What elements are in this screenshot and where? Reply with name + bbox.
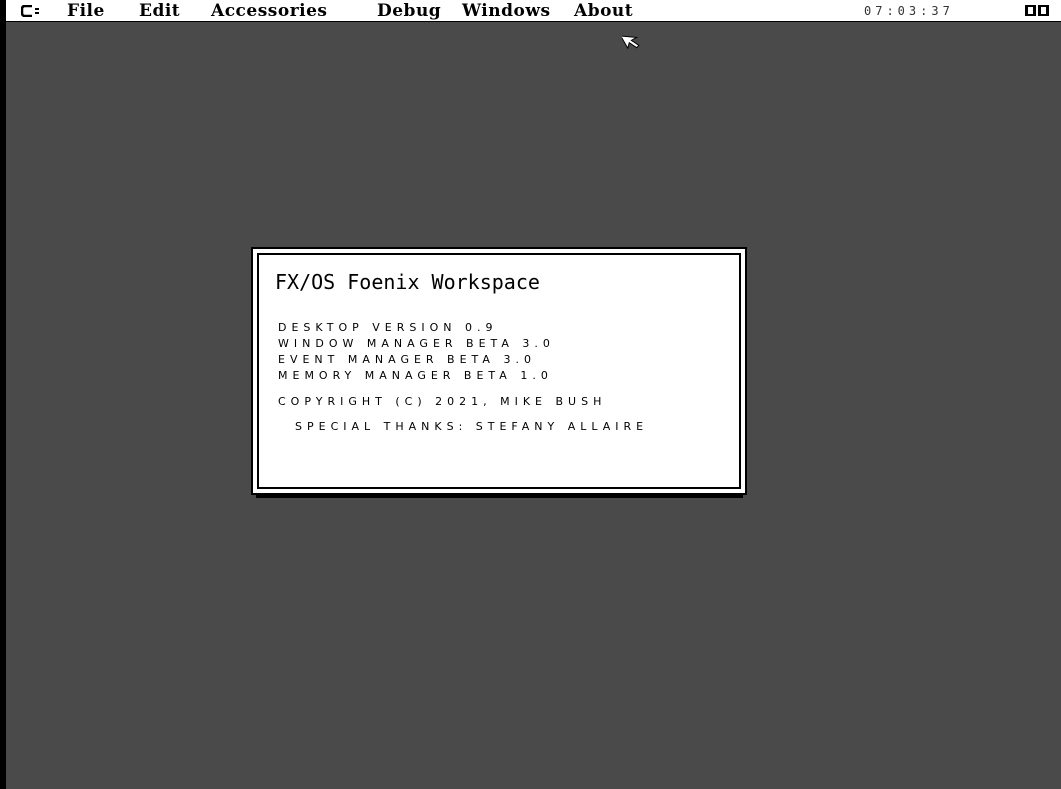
menu-about[interactable]: About	[574, 1, 633, 21]
system-menu-icon[interactable]	[21, 5, 43, 17]
menu-file[interactable]: File	[67, 1, 105, 21]
version-line-desktop: Desktop Version 0.9	[278, 321, 498, 334]
version-line-memory-manager: Memory Manager Beta 1.0	[278, 369, 553, 382]
dialog-title: FX/OS Foenix Workspace	[275, 270, 540, 294]
mouse-pointer-icon	[622, 35, 640, 50]
copyright-line: Copyright (c) 2021, Mike Bush	[278, 395, 607, 408]
version-line-event-manager: Event Manager Beta 3.0	[278, 353, 536, 366]
menu-windows[interactable]: Windows	[462, 1, 551, 21]
menu-accessories[interactable]: Accessories	[211, 1, 328, 21]
clock: 07:03:37	[864, 4, 954, 18]
menu-edit[interactable]: Edit	[139, 1, 180, 21]
thanks-line: Special Thanks: Stefany Allaire	[295, 420, 649, 433]
window-toggle-icon[interactable]	[1024, 4, 1050, 17]
menu-debug[interactable]: Debug	[377, 1, 441, 21]
screen: File Edit Accessories Debug Windows Abou…	[0, 0, 1061, 789]
menu-bar: File Edit Accessories Debug Windows Abou…	[6, 0, 1061, 22]
version-line-window-manager: Window Manager Beta 3.0	[278, 337, 555, 350]
